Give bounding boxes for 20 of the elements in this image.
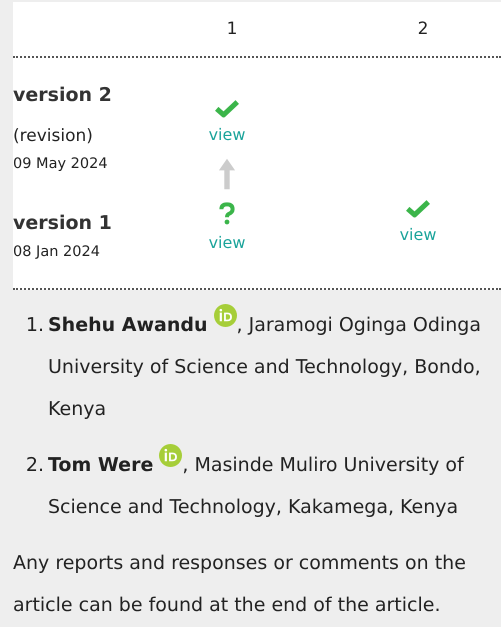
checkmark-icon bbox=[406, 198, 430, 218]
version-note: (revision) bbox=[13, 125, 93, 148]
list-number: 2. bbox=[24, 453, 45, 478]
author-entry: Shehu Awandu , Jaramogi Oginga Odinga University of Science and Technology, Bondo, Kenya bbox=[48, 304, 501, 430]
version-date: 08 Jan 2024 bbox=[13, 243, 100, 262]
checkmark-icon bbox=[215, 98, 239, 118]
version-title: version 1 bbox=[13, 211, 112, 236]
reviewer-number: 1 bbox=[226, 19, 238, 39]
orcid-icon[interactable] bbox=[214, 304, 237, 327]
version-date: 09 May 2024 bbox=[13, 155, 108, 174]
orcid-icon[interactable] bbox=[159, 444, 182, 467]
author-entry: Tom Were , Masinde Muliro University of Science and Technology, Kakamega, Kenya bbox=[48, 444, 501, 528]
view-link[interactable]: view bbox=[400, 224, 436, 246]
version-title: version 2 bbox=[13, 83, 112, 108]
view-link[interactable]: view bbox=[208, 232, 246, 254]
footer-note: Any reports and responses or comments on the article can be found at the end of the article. bbox=[13, 551, 467, 618]
question-mark-icon bbox=[219, 202, 235, 226]
list-number: 1. bbox=[24, 313, 45, 338]
view-link[interactable]: view bbox=[208, 124, 246, 146]
reviewer-number: 2 bbox=[416, 19, 430, 39]
